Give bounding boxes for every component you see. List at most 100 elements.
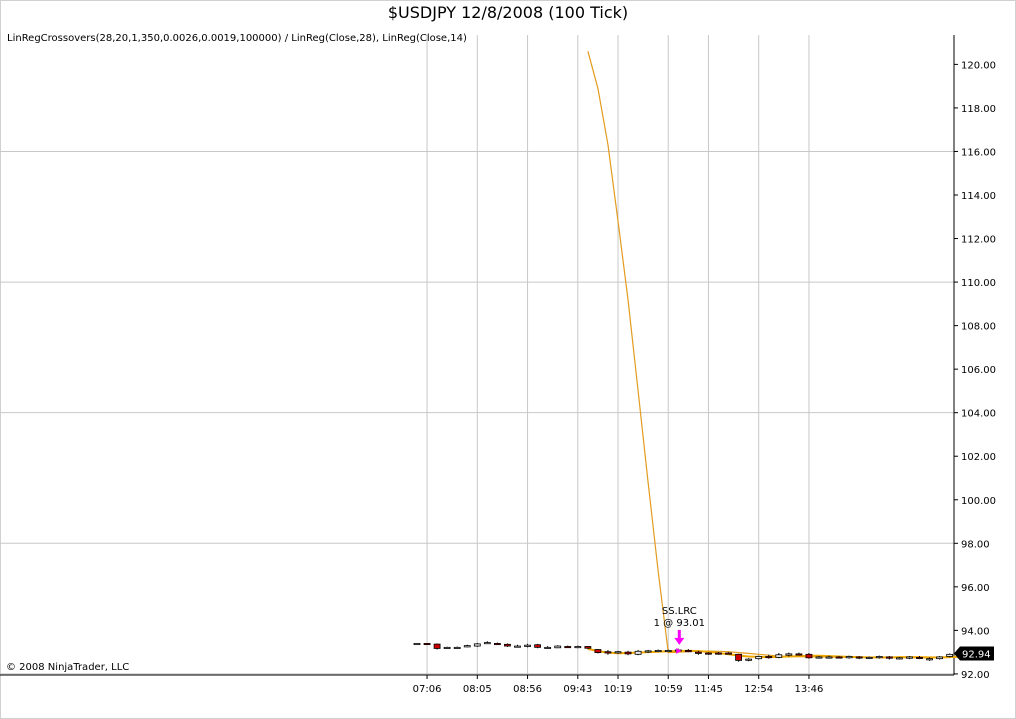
candle-body <box>845 656 853 659</box>
candle <box>654 649 662 653</box>
candle-body <box>574 646 582 649</box>
candle <box>684 649 692 653</box>
candle-body <box>715 652 722 655</box>
candle-body <box>483 642 491 645</box>
y-tick-label: 106.00 <box>961 365 996 376</box>
x-tick-label: 13:46 <box>795 684 824 695</box>
candle <box>634 649 642 656</box>
candle-body <box>423 643 431 646</box>
indicator-lines <box>587 51 960 659</box>
signal-label-name: SS.LRC <box>662 606 697 617</box>
candle-body <box>755 656 763 660</box>
candle-body <box>604 651 612 654</box>
candle-body <box>825 656 833 659</box>
candlesticks <box>413 641 964 662</box>
y-tick-label: 108.00 <box>961 322 996 333</box>
candle <box>946 653 954 658</box>
candle <box>504 643 511 647</box>
candle-body <box>855 656 863 659</box>
candle-body <box>514 645 521 648</box>
candle-body <box>463 645 471 648</box>
candle <box>604 649 612 655</box>
candle-body <box>413 643 421 646</box>
candle <box>453 646 461 649</box>
y-tick-label: 112.00 <box>961 235 996 246</box>
candle-body <box>524 644 531 647</box>
candle-body <box>725 652 732 655</box>
candle-body <box>624 651 632 655</box>
candle-body <box>795 653 803 656</box>
candle <box>463 644 471 648</box>
y-tick-label: 104.00 <box>961 409 996 420</box>
candle <box>544 646 552 649</box>
candle-body <box>554 645 562 649</box>
signal-label-fill: 1 @ 93.01 <box>654 618 705 629</box>
candle <box>413 643 421 646</box>
candle-body <box>745 658 753 661</box>
candle <box>664 649 672 653</box>
candle <box>936 656 943 660</box>
candle-body <box>433 643 441 649</box>
price-chart[interactable]: 92.00 94.00 96.00 98.00 100.00 102.00 104.00 10… <box>0 0 1016 719</box>
grid-lines <box>0 35 954 675</box>
candle <box>473 643 481 647</box>
candle-body <box>835 656 843 659</box>
candle-body <box>634 650 642 655</box>
candle <box>493 642 501 646</box>
candle-body <box>443 646 451 649</box>
candle-body <box>936 656 943 660</box>
linreg-14-line <box>587 647 960 659</box>
candle <box>735 653 742 662</box>
y-tick-label: 110.00 <box>961 278 996 289</box>
signal-arrow-head <box>674 637 685 645</box>
x-tick-label: 12:54 <box>744 684 773 695</box>
y-tick-label: 98.00 <box>961 539 990 550</box>
candle-body <box>544 646 552 649</box>
candle-body <box>906 656 913 659</box>
candle-body <box>584 646 592 649</box>
last-price-marker: 92.94 <box>954 646 994 661</box>
candle-body <box>695 651 702 654</box>
candle-body <box>493 643 501 646</box>
candle-body <box>785 653 793 656</box>
candle-body <box>916 656 923 659</box>
y-tick-label: 118.00 <box>961 104 996 115</box>
candle <box>554 645 562 649</box>
candle <box>534 643 541 649</box>
candle-body <box>885 656 893 659</box>
y-tick-label: 102.00 <box>961 452 996 463</box>
y-tick-label: 96.00 <box>961 583 990 594</box>
y-axis-ticks: 92.00 94.00 96.00 98.00 100.00 102.00 104.00 10… <box>954 60 996 681</box>
candle-body <box>534 644 541 648</box>
candle <box>775 653 783 659</box>
candle <box>885 656 893 660</box>
candle <box>433 643 441 650</box>
candle-body <box>735 653 742 661</box>
y-tick-label: 120.00 <box>961 60 996 71</box>
candle-body <box>473 643 481 647</box>
candle-body <box>875 656 883 659</box>
candle-body <box>594 649 602 653</box>
candle-body <box>504 643 511 647</box>
candle <box>755 655 763 660</box>
x-axis-ticks: 07:06 08:05 08:56 09:43 10:19 10:59 11:45 12:54… <box>413 675 824 695</box>
x-tick-label: 10:59 <box>654 684 683 695</box>
linreg-28-line <box>587 51 960 659</box>
candle <box>805 653 813 659</box>
y-tick-label: 92.00 <box>961 670 990 681</box>
candle <box>745 658 753 662</box>
candle <box>574 645 582 649</box>
trade-signal: SS.LRC1 @ 93.01 <box>654 606 705 654</box>
candle <box>443 646 451 649</box>
x-tick-label: 07:06 <box>413 684 442 695</box>
x-tick-label: 09:43 <box>563 684 592 695</box>
candle-body <box>564 646 572 649</box>
candle <box>564 645 572 649</box>
x-tick-label: 08:56 <box>513 684 542 695</box>
candle-body <box>896 657 903 660</box>
candle <box>423 643 431 646</box>
candle-body <box>815 656 823 659</box>
signal-arrow-shaft <box>677 629 681 639</box>
candle-body <box>775 654 783 658</box>
candle-body <box>765 656 773 659</box>
